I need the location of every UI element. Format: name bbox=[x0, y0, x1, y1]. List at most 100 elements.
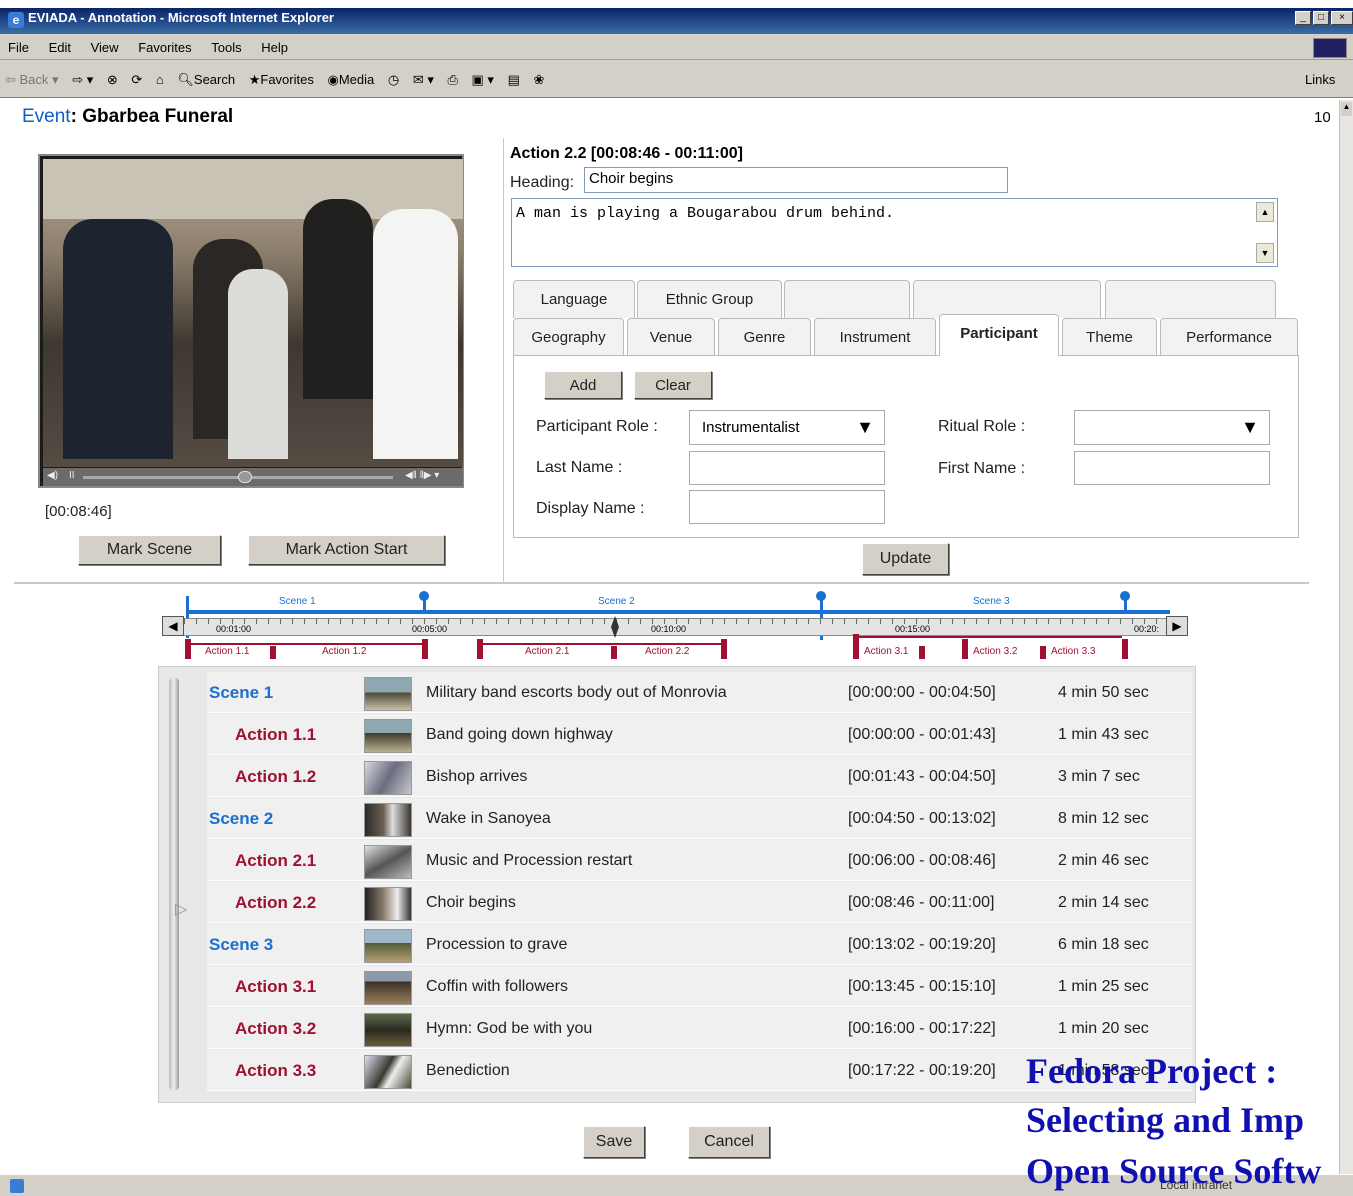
history-icon[interactable]: ◷ bbox=[383, 60, 404, 88]
edit-icon[interactable]: ▣ ▾ bbox=[467, 60, 499, 88]
volume-icon[interactable]: ◀) bbox=[47, 470, 58, 481]
participant-role-select[interactable]: Instrumentalist ▼ bbox=[689, 410, 885, 445]
discuss-icon[interactable]: ▤ bbox=[503, 60, 525, 88]
list-item[interactable]: Action 3.1 Coffin with followers [00:13:… bbox=[207, 966, 1192, 1007]
action-marker bbox=[270, 646, 276, 659]
timeline-left-arrow-icon[interactable]: ◀ bbox=[162, 616, 184, 636]
list-item[interactable]: Action 2.1 Music and Procession restart … bbox=[207, 840, 1192, 881]
display-name-input[interactable] bbox=[689, 490, 885, 524]
messenger-icon[interactable]: ❀ bbox=[529, 60, 550, 88]
media-label: Media bbox=[338, 72, 375, 87]
last-name-input[interactable] bbox=[689, 451, 885, 485]
tab-venue[interactable]: Venue bbox=[627, 318, 715, 356]
media-button[interactable]: ◉Media bbox=[322, 60, 379, 88]
list-item[interactable]: Action 1.1 Band going down highway [00:0… bbox=[207, 714, 1192, 755]
vertical-scrollbar[interactable]: ▲ bbox=[1339, 100, 1353, 1174]
list-item[interactable]: Action 3.2 Hymn: God be with you [00:16:… bbox=[207, 1008, 1192, 1049]
menu-edit[interactable]: Edit bbox=[41, 34, 79, 55]
search-label: Search bbox=[193, 72, 236, 87]
tab-empty[interactable] bbox=[784, 280, 910, 318]
menu-file[interactable]: File bbox=[0, 34, 37, 55]
close-icon[interactable]: × bbox=[1331, 11, 1353, 25]
menu-tools[interactable]: Tools bbox=[203, 34, 249, 55]
tab-ethnic-group[interactable]: Ethnic Group bbox=[637, 280, 782, 318]
row-range: [00:04:50 - 00:13:02] bbox=[848, 810, 996, 827]
tab-participant[interactable]: Participant bbox=[939, 314, 1059, 356]
update-button[interactable]: Update bbox=[862, 543, 949, 575]
tab-theme[interactable]: Theme bbox=[1062, 318, 1157, 356]
event-label: Event bbox=[22, 106, 71, 127]
print-icon[interactable]: ⎙ bbox=[443, 60, 463, 88]
mail-icon[interactable]: ✉ ▾ bbox=[408, 60, 439, 88]
list-item[interactable]: Action 1.2 Bishop arrives [00:01:43 - 00… bbox=[207, 756, 1192, 797]
mark-scene-button[interactable]: Mark Scene bbox=[78, 535, 221, 565]
home-icon[interactable]: ⌂ bbox=[151, 60, 169, 87]
tab-performance[interactable]: Performance bbox=[1160, 318, 1298, 356]
tab-instrument[interactable]: Instrument bbox=[814, 318, 936, 356]
row-id: Action 1.1 bbox=[235, 725, 317, 744]
row-description: Bishop arrives bbox=[426, 768, 528, 785]
list-item[interactable]: Scene 1 Military band escorts body out o… bbox=[207, 672, 1192, 713]
row-range: [00:01:43 - 00:04:50] bbox=[848, 768, 996, 785]
action-marker bbox=[721, 639, 727, 659]
row-range: [00:06:00 - 00:08:46] bbox=[848, 852, 996, 869]
timeline[interactable]: Scene 1 Scene 2 Scene 3 ◀ ▶ 00:01:00 00:… bbox=[160, 588, 1200, 662]
list-splitter[interactable] bbox=[169, 677, 179, 1091]
participant-role-value: Instrumentalist bbox=[702, 419, 800, 436]
list-item[interactable]: Scene 3 Procession to grave [00:13:02 - … bbox=[207, 924, 1192, 965]
pause-icon[interactable]: II bbox=[69, 470, 75, 481]
description-textarea[interactable]: A man is playing a Bougarabou drum behin… bbox=[511, 198, 1278, 267]
ritual-role-select[interactable]: ▼ bbox=[1074, 410, 1270, 445]
thumbnail bbox=[364, 719, 412, 753]
row-duration: 8 min 12 sec bbox=[1058, 810, 1149, 827]
menu-favorites[interactable]: Favorites bbox=[130, 34, 199, 55]
forward-button[interactable]: ⇨ ▾ bbox=[67, 60, 98, 88]
search-button[interactable]: 🔍︎Search bbox=[172, 60, 240, 88]
step-controls-icon[interactable]: ◀‖ ‖▶ ▾ bbox=[405, 470, 439, 481]
back-button[interactable]: ⇦ Back ▾ bbox=[0, 60, 64, 88]
scroll-up-icon[interactable]: ▲ bbox=[1256, 202, 1274, 222]
stop-icon[interactable]: ⊗ bbox=[102, 60, 123, 88]
expand-arrow-icon[interactable]: ▷ bbox=[175, 899, 187, 919]
chevron-down-icon: ▼ bbox=[856, 417, 874, 437]
menu-help[interactable]: Help bbox=[253, 34, 296, 55]
list-item[interactable]: Scene 2 Wake in Sanoyea [00:04:50 - 00:1… bbox=[207, 798, 1192, 839]
tab-empty[interactable] bbox=[1105, 280, 1276, 318]
row-description: Military band escorts body out of Monrov… bbox=[426, 684, 727, 701]
timeline-right-arrow-icon[interactable]: ▶ bbox=[1166, 616, 1188, 636]
refresh-icon[interactable]: ⟳ bbox=[126, 60, 147, 88]
tab-genre[interactable]: Genre bbox=[718, 318, 811, 356]
first-name-input[interactable] bbox=[1074, 451, 1270, 485]
scene-marker-head bbox=[419, 591, 429, 601]
maximize-icon[interactable]: □ bbox=[1313, 11, 1329, 25]
clear-button[interactable]: Clear bbox=[634, 371, 712, 399]
timeline-action-label: Action 1.1 bbox=[205, 646, 250, 657]
thumbnail bbox=[364, 677, 412, 711]
minimize-icon[interactable]: _ bbox=[1295, 11, 1311, 25]
scroll-up-icon[interactable]: ▲ bbox=[1341, 102, 1352, 116]
video-player[interactable]: ◀) II ◀‖ ‖▶ ▾ bbox=[38, 154, 464, 488]
menu-view[interactable]: View bbox=[83, 34, 127, 55]
cancel-button[interactable]: Cancel bbox=[688, 1126, 770, 1158]
favorites-button[interactable]: ★Favorites bbox=[244, 60, 319, 88]
tab-language[interactable]: Language bbox=[513, 280, 635, 318]
heading-input[interactable]: Choir begins bbox=[584, 167, 1008, 193]
save-button[interactable]: Save bbox=[583, 1126, 645, 1158]
row-duration: 1 min 43 sec bbox=[1058, 726, 1149, 743]
links-button[interactable]: Links bbox=[1300, 60, 1340, 87]
tab-geography[interactable]: Geography bbox=[513, 318, 624, 356]
seek-handle[interactable] bbox=[238, 471, 252, 483]
thumbnail bbox=[364, 971, 412, 1005]
row-duration: 6 min 18 sec bbox=[1058, 936, 1149, 953]
corner-number: 10 bbox=[1314, 109, 1331, 126]
timeline-scene-label: Scene 3 bbox=[973, 596, 1010, 607]
video-frame bbox=[43, 159, 463, 467]
row-description: Procession to grave bbox=[426, 936, 568, 953]
add-button[interactable]: Add bbox=[544, 371, 622, 399]
mark-action-start-button[interactable]: Mark Action Start bbox=[248, 535, 445, 565]
action-marker bbox=[477, 639, 483, 659]
timeline-action-label: Action 3.1 bbox=[864, 646, 909, 657]
scroll-down-icon[interactable]: ▼ bbox=[1256, 243, 1274, 263]
tab-empty[interactable] bbox=[913, 280, 1101, 318]
list-item[interactable]: Action 2.2 Choir begins [00:08:46 - 00:1… bbox=[207, 882, 1192, 923]
